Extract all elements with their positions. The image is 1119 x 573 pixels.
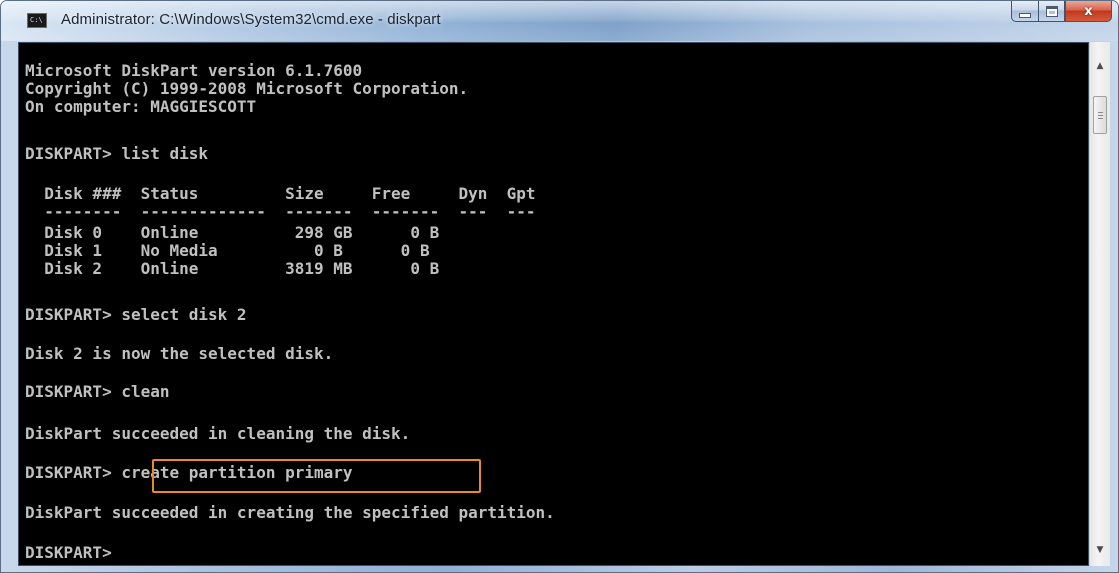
console-line: Copyright (C) 1999-2008 Microsoft Corpor… xyxy=(25,79,469,98)
console-line: DISKPART> list disk xyxy=(25,144,209,163)
maximize-button[interactable] xyxy=(1038,1,1065,22)
table-row: Disk 0 Online 298 GB 0 B xyxy=(25,223,440,242)
table-header: Disk ### Status Size Free Dyn Gpt xyxy=(25,184,536,203)
console-prompt: DISKPART> xyxy=(25,543,112,562)
cmd-icon[interactable]: C:\ xyxy=(27,13,47,28)
close-button[interactable]: x xyxy=(1065,1,1112,22)
console-line: On computer: MAGGIESCOTT xyxy=(25,97,257,116)
window-title: Administrator: C:\Windows\System32\cmd.e… xyxy=(61,11,441,28)
scroll-up-icon[interactable]: ▲ xyxy=(1090,56,1110,76)
caption-buttons: x xyxy=(1011,1,1112,23)
close-icon: x xyxy=(1084,3,1093,19)
console-output[interactable]: Microsoft DiskPart version 6.1.7600 Copy… xyxy=(18,42,1089,566)
table-row: Disk 2 Online 3819 MB 0 B xyxy=(25,259,440,278)
cmd-window: C:\ Administrator: C:\Windows\System32\c… xyxy=(0,0,1119,573)
console-line: DISKPART> clean xyxy=(25,382,170,401)
highlight-box xyxy=(152,459,481,493)
maximize-icon xyxy=(1045,5,1058,17)
minimize-button[interactable] xyxy=(1011,1,1038,22)
console-line: DiskPart succeeded in creating the speci… xyxy=(25,503,555,522)
grip-line xyxy=(1098,112,1103,113)
table-separator: -------- ------------- ------- ------- -… xyxy=(25,202,536,221)
scroll-down-icon[interactable]: ▼ xyxy=(1090,540,1110,560)
vertical-scrollbar[interactable]: ▲ ▼ xyxy=(1089,42,1110,566)
console-line: DISKPART> select disk 2 xyxy=(25,305,247,324)
table-row: Disk 1 No Media 0 B 0 B xyxy=(25,241,430,260)
grip-line xyxy=(1098,115,1103,116)
console-line: Microsoft DiskPart version 6.1.7600 xyxy=(25,61,363,80)
console-line: Disk 2 is now the selected disk. xyxy=(25,344,334,363)
console-line: DiskPart succeeded in cleaning the disk. xyxy=(25,424,411,443)
minimize-icon xyxy=(1019,12,1031,18)
title-bar[interactable]: C:\ Administrator: C:\Windows\System32\c… xyxy=(1,1,1118,41)
grip-line xyxy=(1098,118,1103,119)
scroll-thumb[interactable] xyxy=(1093,96,1107,134)
